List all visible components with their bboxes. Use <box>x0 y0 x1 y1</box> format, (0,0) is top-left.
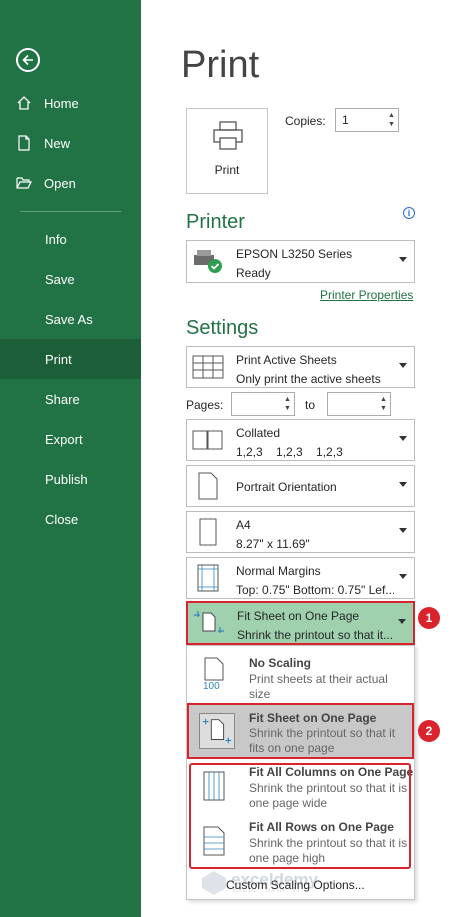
chevron-down-icon <box>399 528 407 533</box>
custom-scaling-options[interactable]: Custom Scaling Options... <box>226 878 365 892</box>
scaling-title: Fit Sheet on One Page <box>237 609 360 623</box>
chevron-down-icon <box>398 619 406 624</box>
highlight-box <box>189 763 411 869</box>
info-icon[interactable]: i <box>403 207 415 219</box>
printer-icon <box>213 121 243 150</box>
pages-label: Pages: <box>186 398 224 412</box>
nav-open-label: Open <box>44 175 76 191</box>
fit-sheet-icon <box>199 713 235 749</box>
menu-item-fit-sheet[interactable]: Fit Sheet on One Page Shrink the printou… <box>187 703 414 759</box>
collation-title: Collated <box>236 426 281 440</box>
fit-sheet-icon <box>194 611 224 633</box>
page-title: Print <box>181 44 260 86</box>
nav-open[interactable]: Open <box>0 163 141 203</box>
nav-print-label: Print <box>45 351 72 367</box>
chevron-down-icon <box>399 257 407 262</box>
scaling-menu: 100 No Scaling Print sheets at their act… <box>186 645 415 900</box>
chevron-down-icon <box>399 363 407 368</box>
pages-from-input[interactable]: ▲ ▼ <box>231 392 295 416</box>
nav-save-as[interactable]: Save As <box>0 299 141 339</box>
printer-ready-icon <box>194 250 222 273</box>
printer-name: EPSON L3250 Series <box>236 247 353 261</box>
collation-dropdown[interactable]: Collated 1,2,3 1,2,3 1,2,3 <box>186 419 415 461</box>
print-what-dropdown[interactable]: Print Active Sheets Only print the activ… <box>186 346 415 388</box>
menu-item-desc: Print sheets at their actual size <box>249 672 388 701</box>
nav-publish[interactable]: Publish <box>0 459 141 499</box>
collated-icon <box>192 430 223 450</box>
pages-from-spinner-icon[interactable]: ▲ ▼ <box>283 395 292 413</box>
print-button-label: Print <box>214 163 240 177</box>
pages-to-spinner-icon[interactable]: ▲ ▼ <box>379 395 388 413</box>
nav-export[interactable]: Export <box>0 419 141 459</box>
nav-home[interactable]: Home <box>0 83 141 123</box>
nav-info-label: Info <box>45 231 67 247</box>
paper-size-title: A4 <box>236 518 251 532</box>
step-badge-2: 2 <box>418 720 440 742</box>
nav-share[interactable]: Share <box>0 379 141 419</box>
printer-dropdown[interactable]: EPSON L3250 Series Ready <box>186 240 415 283</box>
chevron-down-icon <box>399 574 407 579</box>
backstage-sidebar: Home New Open Info Save Save As Print Sh… <box>0 0 141 917</box>
nav-save[interactable]: Save <box>0 259 141 299</box>
collation-desc: 1,2,3 1,2,3 1,2,3 <box>236 445 343 459</box>
paper-size-icon <box>199 518 217 546</box>
nav-save-as-label: Save As <box>45 311 93 327</box>
portrait-page-icon <box>198 472 218 500</box>
chevron-down-icon <box>399 436 407 441</box>
orientation-label: Portrait Orientation <box>236 480 337 494</box>
paper-size-dropdown[interactable]: A4 8.27" x 11.69" <box>186 511 415 553</box>
nav-info[interactable]: Info <box>0 219 141 259</box>
print-what-title: Print Active Sheets <box>236 353 337 367</box>
menu-item-no-scaling[interactable]: 100 No Scaling Print sheets at their act… <box>187 649 414 703</box>
sidebar-divider <box>20 211 121 212</box>
nav-new[interactable]: New <box>0 123 141 163</box>
nav-save-label: Save <box>45 271 75 287</box>
nav-export-label: Export <box>45 431 83 447</box>
chevron-down-icon <box>399 482 407 487</box>
pages-to-input[interactable]: ▲ ▼ <box>327 392 391 416</box>
margins-desc: Top: 0.75" Bottom: 0.75" Lef... <box>236 583 394 597</box>
nav-print[interactable]: Print <box>0 339 141 379</box>
copies-spinner-icon[interactable]: ▲ ▼ <box>387 111 396 129</box>
orientation-dropdown[interactable]: Portrait Orientation <box>186 465 415 507</box>
back-arrow-icon[interactable] <box>16 48 40 72</box>
copies-input[interactable]: 1 ▲ ▼ <box>335 108 399 132</box>
folder-open-icon <box>16 175 44 191</box>
nav-share-label: Share <box>45 391 80 407</box>
menu-item-title: Fit Sheet on One Page <box>249 711 377 725</box>
margins-icon <box>197 564 219 592</box>
nav-home-label: Home <box>44 95 79 111</box>
paper-size-desc: 8.27" x 11.69" <box>236 537 310 551</box>
print-what-desc: Only print the active sheets <box>236 372 381 386</box>
scaling-desc: Shrink the printout so that it... <box>237 628 394 642</box>
sheets-grid-icon <box>192 355 224 379</box>
settings-heading: Settings <box>186 317 259 339</box>
nav-close-label: Close <box>45 511 79 527</box>
menu-item-desc: Shrink the printout so that it fits on o… <box>249 726 396 755</box>
nav-publish-label: Publish <box>45 471 88 487</box>
to-label: to <box>305 398 316 412</box>
scaling-dropdown[interactable]: Fit Sheet on One Page Shrink the printou… <box>186 601 415 645</box>
no-scaling-icon-text: 100 <box>203 681 220 691</box>
menu-item-title: No Scaling <box>249 656 312 670</box>
printer-heading: Printer <box>186 211 245 233</box>
print-pane: Print Print Copies: 1 ▲ ▼ Printer i EPSON… <box>141 0 462 917</box>
printer-status: Ready <box>236 266 271 280</box>
step-badge-1: 1 <box>418 607 440 629</box>
home-icon <box>16 95 44 111</box>
nav-close[interactable]: Close <box>0 499 141 539</box>
margins-title: Normal Margins <box>236 564 321 578</box>
copies-value: 1 <box>342 113 349 127</box>
copies-label: Copies: <box>285 114 326 128</box>
printer-properties-link[interactable]: Printer Properties <box>320 288 413 302</box>
no-scaling-icon: 100 <box>203 657 224 691</box>
nav-new-label: New <box>44 135 71 151</box>
print-button[interactable]: Print <box>186 108 268 194</box>
new-document-icon <box>16 135 44 151</box>
margins-dropdown[interactable]: Normal Margins Top: 0.75" Bottom: 0.75" … <box>186 557 415 599</box>
